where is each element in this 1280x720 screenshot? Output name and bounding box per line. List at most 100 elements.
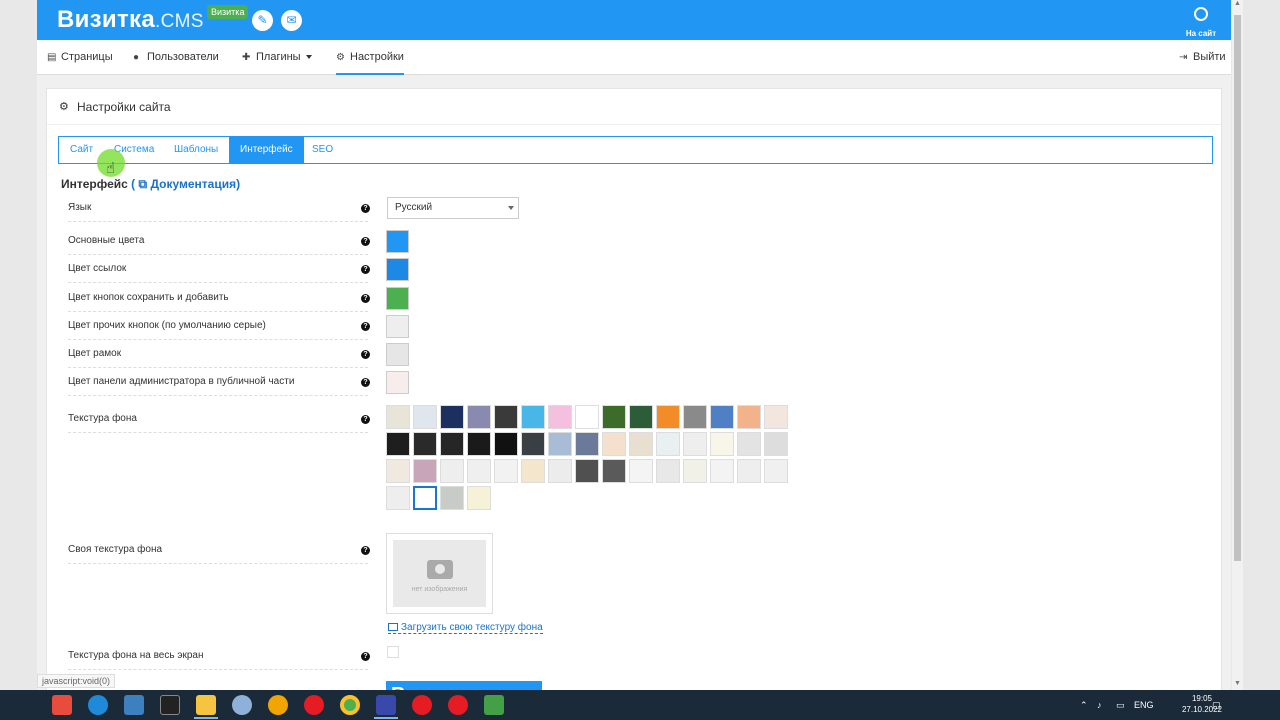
save-icon[interactable] (376, 695, 396, 715)
texture-option[interactable] (440, 459, 464, 483)
texture-option[interactable] (602, 432, 626, 456)
texture-option[interactable] (386, 432, 410, 456)
scroll-up-icon[interactable]: ▲ (1234, 0, 1241, 7)
texture-option[interactable] (548, 459, 572, 483)
texture-option[interactable] (737, 405, 761, 429)
texture-option[interactable] (575, 459, 599, 483)
texture-option[interactable] (521, 405, 545, 429)
texture-option[interactable] (764, 459, 788, 483)
help-icon[interactable]: ? (361, 204, 370, 213)
texture-option[interactable] (413, 405, 437, 429)
texture-option[interactable] (629, 459, 653, 483)
help-icon[interactable]: ? (361, 322, 370, 331)
help-icon[interactable]: ? (361, 415, 370, 424)
texture-option[interactable] (683, 432, 707, 456)
texture-option[interactable] (602, 459, 626, 483)
texture-option[interactable] (494, 432, 518, 456)
chart-app-icon[interactable] (484, 695, 504, 715)
texture-option[interactable] (656, 459, 680, 483)
edge-icon[interactable] (88, 695, 108, 715)
texture-option[interactable] (440, 432, 464, 456)
texture-option[interactable] (467, 459, 491, 483)
scroll-down-icon[interactable]: ▼ (1234, 680, 1241, 687)
texture-option[interactable] (494, 405, 518, 429)
logout-link[interactable]: ⇥ Выйти (1179, 40, 1226, 75)
mail-icon[interactable]: ✉ (281, 10, 302, 31)
help-icon[interactable]: ? (361, 378, 370, 387)
color-adminbar-swatch[interactable] (386, 371, 409, 394)
texture-option[interactable] (737, 459, 761, 483)
help-icon[interactable]: ? (361, 294, 370, 303)
color-other-swatch[interactable] (386, 315, 409, 338)
color-borders-swatch[interactable] (386, 343, 409, 366)
texture-option[interactable] (764, 432, 788, 456)
help-icon[interactable]: ? (361, 652, 370, 661)
texture-option[interactable] (440, 405, 464, 429)
power-icon[interactable] (52, 695, 72, 715)
texture-option[interactable] (386, 459, 410, 483)
doc-link[interactable]: ( ⧉ Документация) (131, 177, 240, 191)
opera-icon[interactable] (304, 695, 324, 715)
notifications-icon[interactable]: ▢ (1212, 690, 1221, 720)
help-icon[interactable]: ? (361, 350, 370, 359)
volume-icon[interactable]: ♪ (1097, 690, 1102, 720)
texture-option[interactable] (575, 405, 599, 429)
color-links-swatch[interactable] (386, 258, 409, 281)
paint-icon[interactable] (232, 695, 252, 715)
fullscreen-checkbox[interactable] (387, 646, 399, 658)
texture-option[interactable] (656, 405, 680, 429)
brush-icon[interactable]: ✎ (252, 10, 273, 31)
texture-option[interactable] (467, 486, 491, 510)
nav-pages[interactable]: ▤ Страницы (47, 40, 113, 75)
texture-option[interactable] (683, 459, 707, 483)
texture-option[interactable] (710, 459, 734, 483)
language-indicator[interactable]: ENG (1134, 690, 1154, 720)
texture-option[interactable] (467, 405, 491, 429)
texture-option[interactable] (386, 405, 410, 429)
upload-texture-link[interactable]: Загрузить свою текстуру фона (388, 622, 543, 634)
onsite-button[interactable]: На сайт (1181, 7, 1221, 41)
texture-option[interactable] (440, 486, 464, 510)
color-main-swatch[interactable] (386, 230, 409, 253)
nav-users[interactable]: ● Пользователи (133, 40, 219, 75)
nav-plugins[interactable]: ✚ Плагины (242, 40, 312, 75)
network-icon[interactable]: ▭ (1116, 690, 1125, 720)
tab-interface[interactable]: Интерфейс (229, 137, 304, 163)
texture-option[interactable] (413, 486, 437, 510)
page-scrollbar[interactable]: ▲ ▼ (1232, 0, 1243, 690)
nav-settings[interactable]: ⚙ Настройки (336, 40, 404, 75)
app-icon[interactable] (268, 695, 288, 715)
tray-chevron-icon[interactable]: ⌃ (1080, 690, 1088, 720)
texture-option[interactable] (629, 405, 653, 429)
opera-icon[interactable] (412, 695, 432, 715)
tab-templates[interactable]: Шаблоны (163, 137, 229, 163)
texture-option[interactable] (521, 459, 545, 483)
folder-icon[interactable] (196, 695, 216, 715)
calculator-icon[interactable] (124, 695, 144, 715)
texture-option[interactable] (764, 405, 788, 429)
scroll-thumb[interactable] (1234, 15, 1241, 561)
texture-option[interactable] (494, 459, 518, 483)
texture-option[interactable] (710, 405, 734, 429)
texture-option[interactable] (575, 432, 599, 456)
texture-option[interactable] (386, 486, 410, 510)
language-select[interactable]: Русский (387, 197, 519, 219)
color-save-swatch[interactable] (386, 287, 409, 310)
texture-option[interactable] (656, 432, 680, 456)
texture-option[interactable] (737, 432, 761, 456)
texture-option[interactable] (413, 432, 437, 456)
texture-option[interactable] (548, 405, 572, 429)
texture-option[interactable] (521, 432, 545, 456)
help-icon[interactable]: ? (361, 237, 370, 246)
texture-option[interactable] (467, 432, 491, 456)
terminal-icon[interactable] (160, 695, 180, 715)
help-icon[interactable]: ? (361, 265, 370, 274)
texture-option[interactable] (413, 459, 437, 483)
texture-option[interactable] (683, 405, 707, 429)
texture-option[interactable] (602, 405, 626, 429)
texture-option[interactable] (548, 432, 572, 456)
opera-icon[interactable] (448, 695, 468, 715)
help-icon[interactable]: ? (361, 546, 370, 555)
texture-option[interactable] (629, 432, 653, 456)
chrome-icon[interactable] (340, 695, 360, 715)
